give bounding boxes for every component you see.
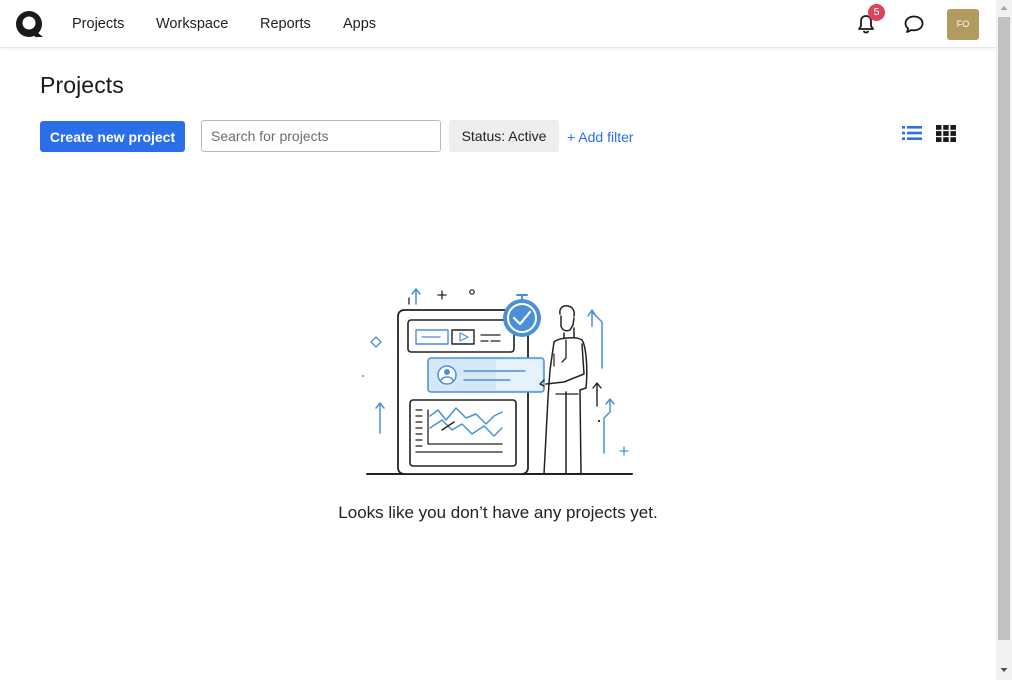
page-title: Projects [40, 72, 124, 98]
search-projects-input[interactable] [201, 120, 441, 152]
empty-state-message: Looks like you don’t have any projects y… [338, 503, 658, 522]
empty-state-illustration [362, 288, 633, 475]
grid-view-icon[interactable] [936, 125, 956, 142]
scroll-up-arrow-icon[interactable] [996, 0, 1012, 16]
nav-reports[interactable]: Reports [260, 16, 311, 32]
status-filter-chip[interactable]: Status: Active [449, 120, 559, 152]
scrollbar-thumb[interactable] [998, 17, 1010, 640]
top-navigation: Projects Workspace Reports Apps 5 FO [0, 0, 996, 48]
scroll-down-arrow-icon[interactable] [996, 662, 1012, 678]
user-avatar[interactable]: FO [947, 9, 979, 40]
notification-badge: 5 [868, 4, 885, 21]
list-view-icon[interactable] [902, 125, 922, 141]
logo-icon[interactable] [15, 10, 45, 38]
nav-projects[interactable]: Projects [72, 16, 124, 32]
create-new-project-button[interactable]: Create new project [40, 121, 185, 152]
chat-icon[interactable] [903, 13, 925, 35]
nav-workspace[interactable]: Workspace [156, 16, 228, 32]
add-filter-link[interactable]: + Add filter [567, 129, 634, 145]
nav-apps[interactable]: Apps [343, 16, 376, 32]
vertical-scrollbar[interactable] [996, 0, 1012, 680]
